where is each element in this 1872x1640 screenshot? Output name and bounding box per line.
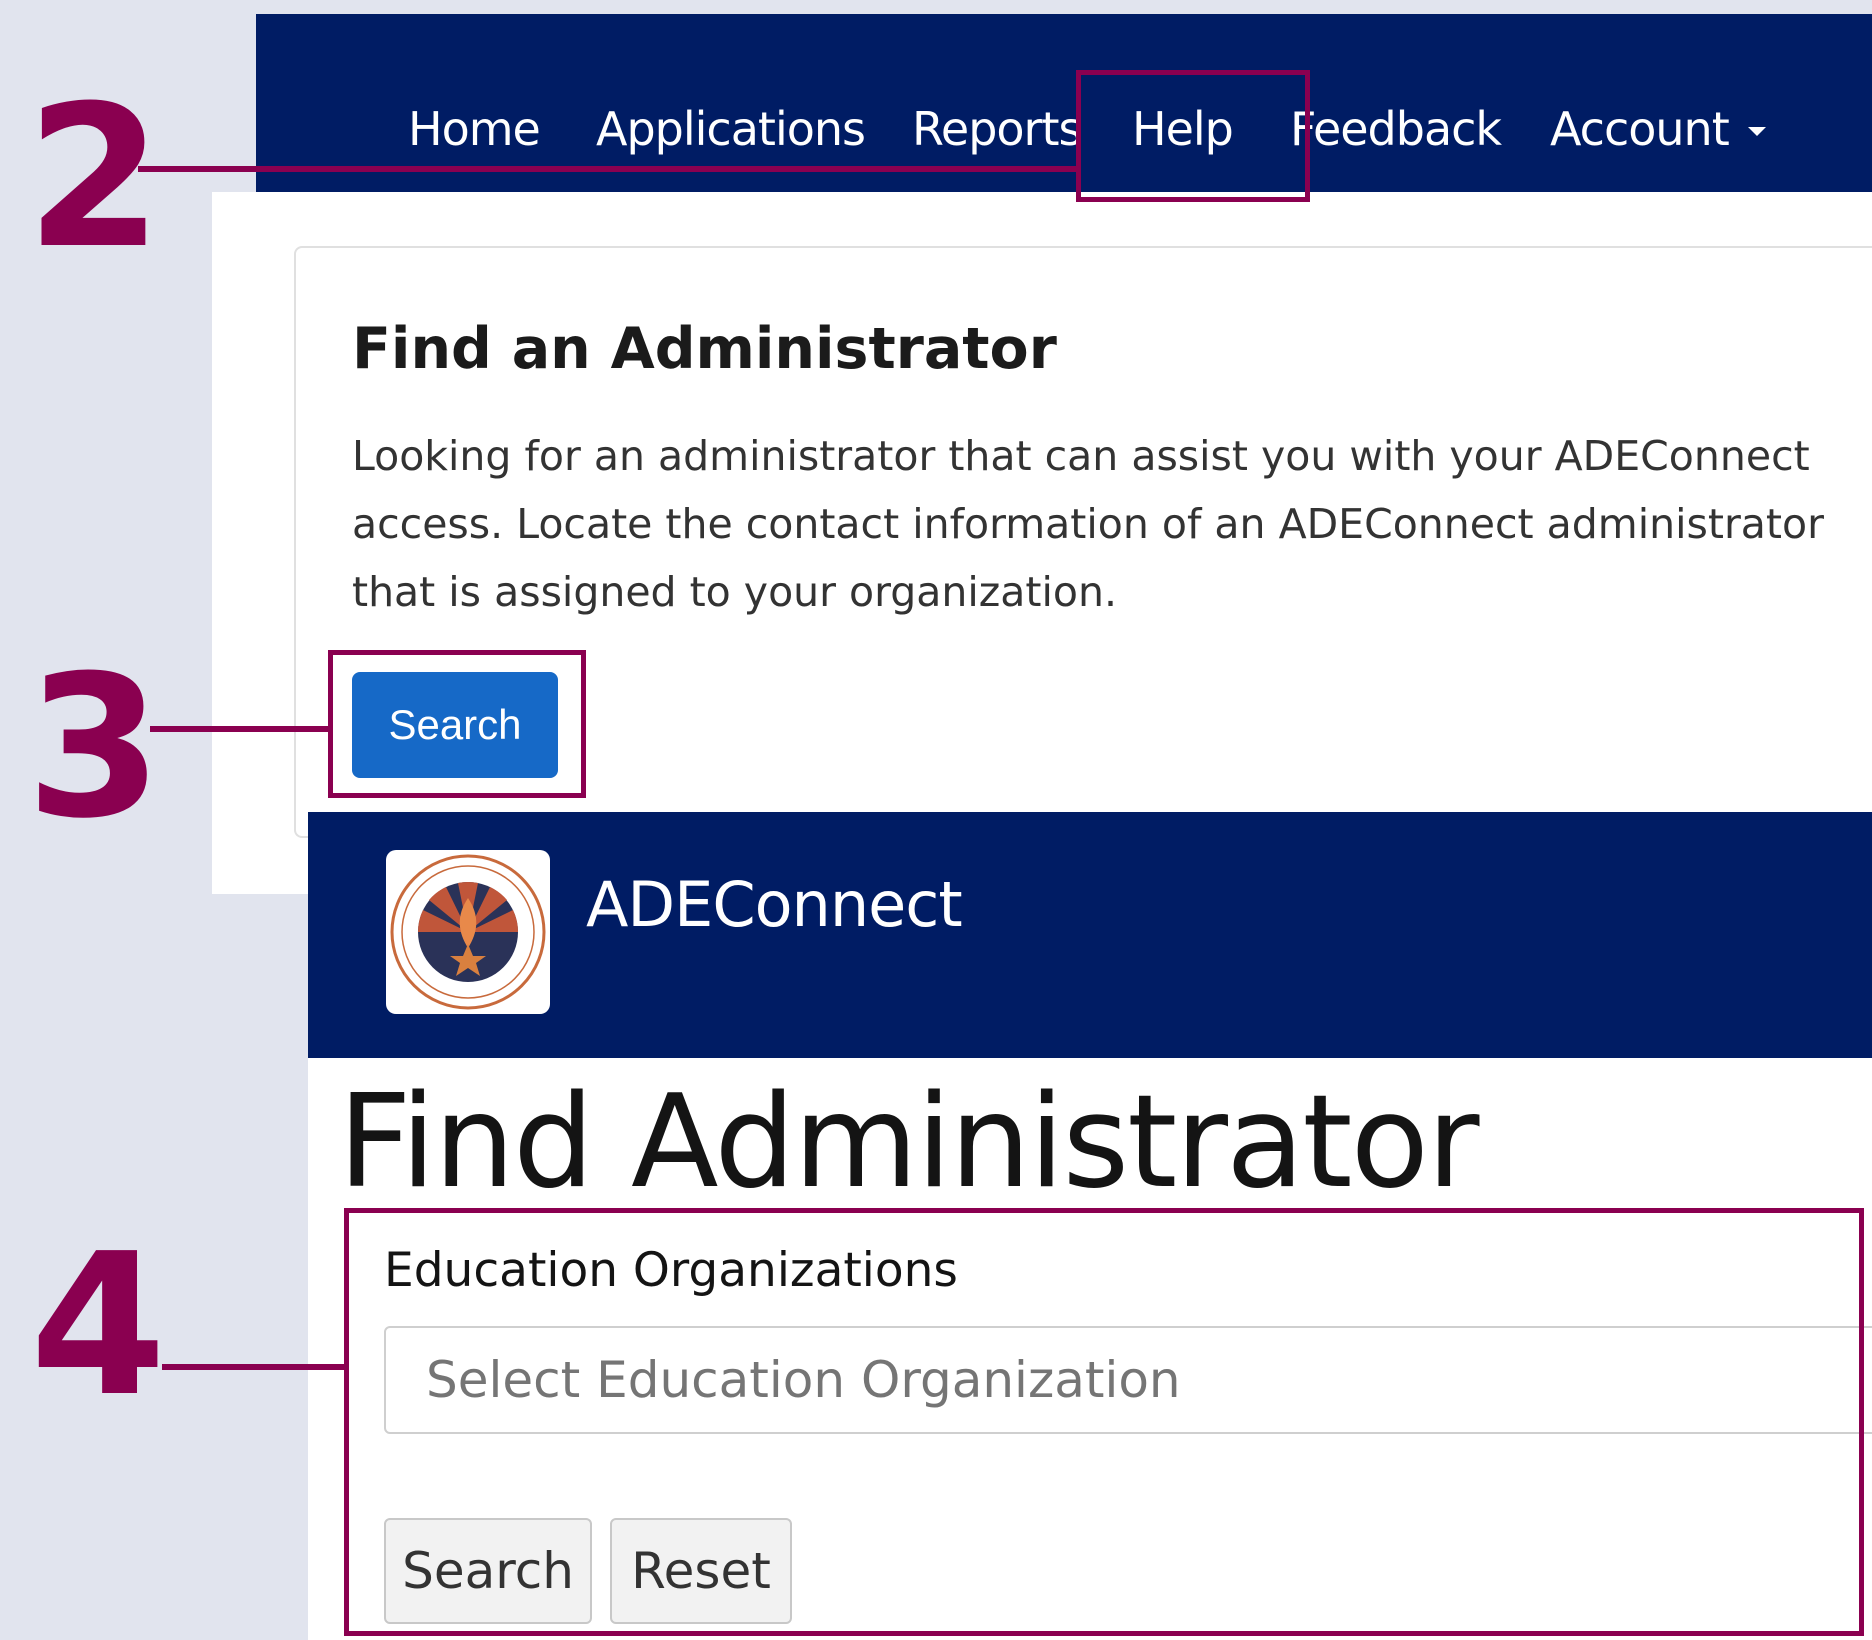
- nav-home[interactable]: Home: [408, 102, 541, 156]
- step-4-number: 4: [30, 1212, 167, 1440]
- nav-reports[interactable]: Reports: [912, 102, 1082, 156]
- step-3-highlight: [328, 650, 586, 798]
- nav-feedback[interactable]: Feedback: [1290, 102, 1502, 156]
- step-2-number: 2: [26, 64, 163, 292]
- step-3-number: 3: [26, 634, 163, 862]
- ade-seal-icon: [390, 854, 546, 1010]
- step-3-connector: [150, 726, 330, 732]
- step-4-highlight: [344, 1208, 1864, 1636]
- step-2-connector: [138, 166, 1076, 172]
- brand-name: ADEConnect: [586, 868, 963, 941]
- card-title: Find an Administrator: [352, 316, 1057, 382]
- nav-applications[interactable]: Applications: [596, 102, 866, 156]
- step-4-connector: [162, 1364, 348, 1370]
- ade-logo: [386, 850, 550, 1014]
- step-2-highlight: [1076, 70, 1310, 202]
- nav-account[interactable]: Account: [1550, 102, 1730, 156]
- page-title: Find Administrator: [338, 1068, 1479, 1217]
- card-description: Looking for an administrator that can as…: [352, 432, 1824, 616]
- chevron-down-icon[interactable]: [1748, 127, 1766, 136]
